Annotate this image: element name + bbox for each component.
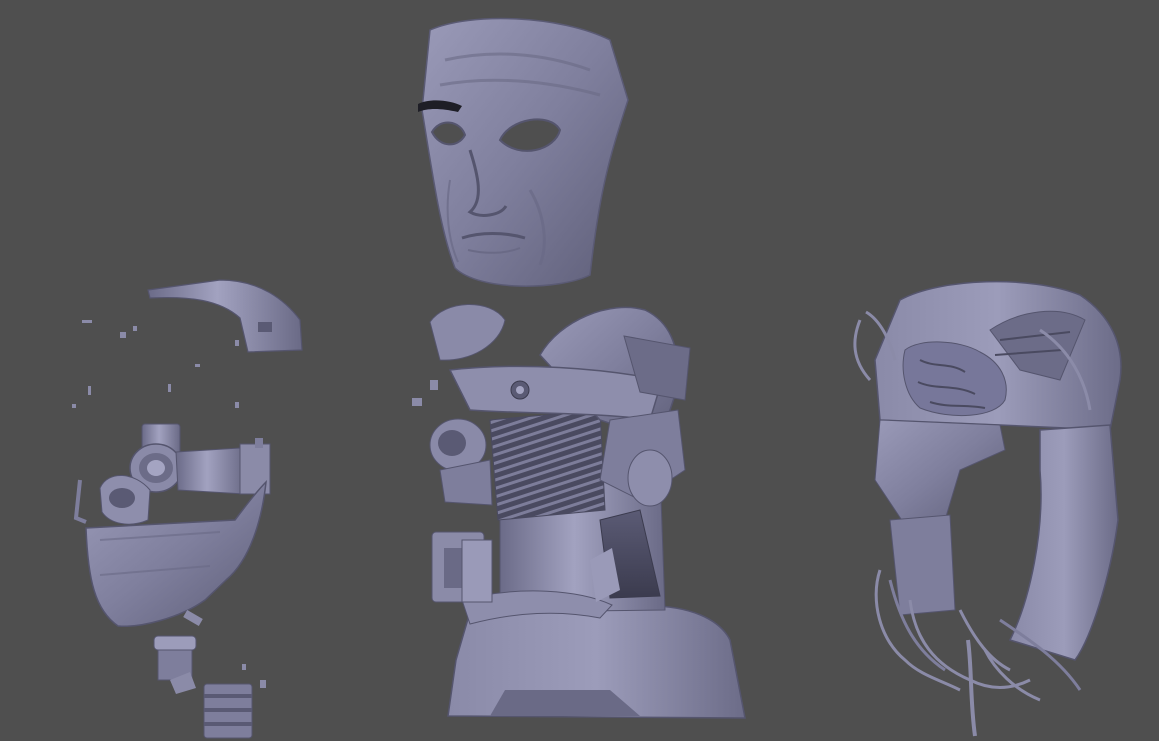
cranium-shell-model[interactable] <box>853 280 1122 737</box>
viewport-canvas[interactable] <box>0 0 1159 741</box>
3d-viewport[interactable] <box>0 0 1159 741</box>
face-mask-model[interactable] <box>418 17 629 287</box>
torso-endoskeleton-model[interactable] <box>412 304 746 719</box>
jaw-mechanism-parts-model[interactable] <box>72 279 303 739</box>
